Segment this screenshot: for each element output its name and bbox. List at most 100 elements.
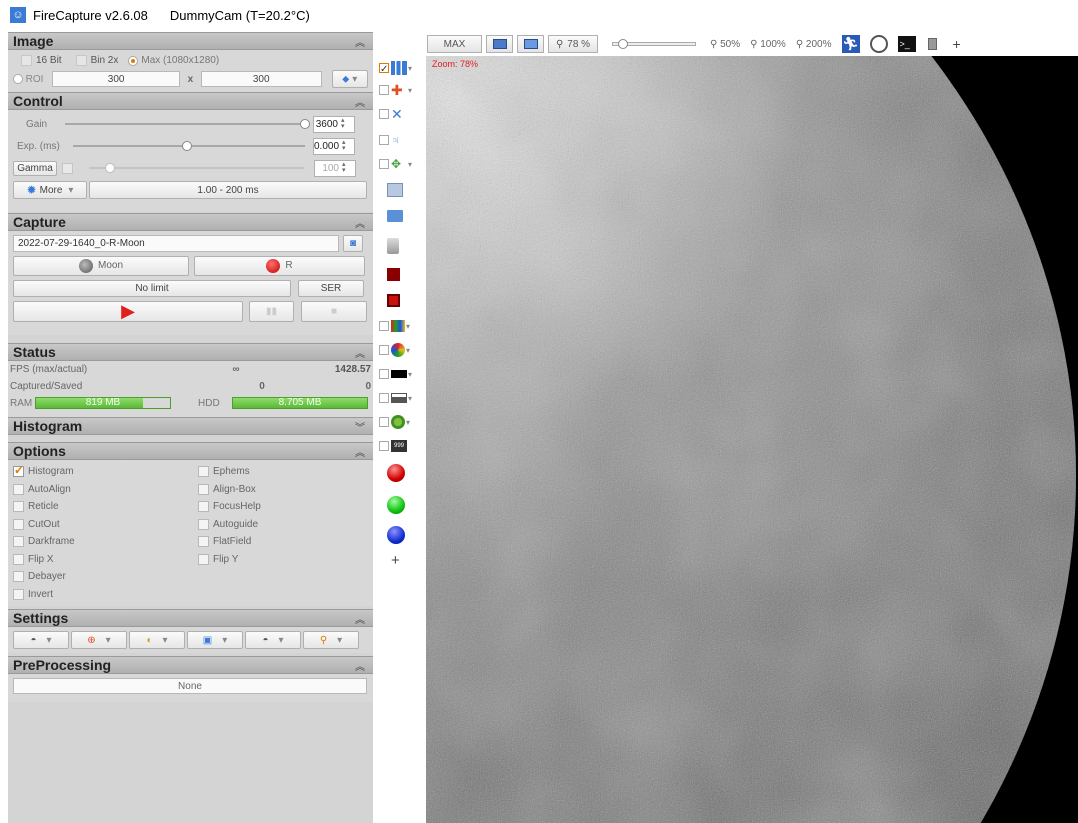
cutout-tool[interactable]: ✕ [379, 104, 423, 124]
invert-checkbox[interactable] [13, 588, 24, 600]
object-button[interactable]: Moon [13, 255, 189, 276]
target-tool-checkbox[interactable] [379, 417, 389, 427]
roi-dropdown-button[interactable]: ⬥ ▾ [331, 70, 368, 88]
bin2x-checkbox[interactable] [75, 55, 87, 66]
color-tool[interactable]: ▾ [379, 340, 423, 360]
stop-button[interactable]: ■ [301, 300, 367, 322]
reticle-checkbox[interactable] [13, 501, 24, 513]
chevron-down-icon[interactable]: ▾ [408, 86, 412, 95]
focus-tool-checkbox[interactable] [379, 135, 389, 145]
chevron-down-icon[interactable]: ▾ [408, 64, 412, 73]
exposure-range-button[interactable]: 1.00 - 200 ms [89, 181, 367, 199]
gamma-checkbox[interactable] [62, 162, 73, 174]
gamma-spinner[interactable]: 100 ▴ ▾ [314, 159, 356, 177]
cutout-checkbox[interactable] [13, 518, 24, 530]
ephems-checkbox[interactable] [198, 466, 209, 478]
autoguide-tool-checkbox[interactable] [379, 159, 389, 169]
collapse-icon[interactable]: ︽ [355, 34, 365, 49]
gamma-button[interactable]: Gamma [13, 160, 57, 176]
settings-section-header[interactable]: Settings ︽ [8, 609, 373, 627]
counter-tool[interactable]: 999 [379, 436, 423, 456]
chevron-down-icon[interactable]: ▾ [406, 418, 410, 427]
device-tool[interactable] [387, 180, 431, 200]
flatfield-checkbox[interactable] [198, 536, 209, 548]
option-ephems[interactable]: Ephems [198, 463, 358, 481]
filter-button[interactable]: R [194, 255, 365, 276]
flip-y-checkbox[interactable] [198, 553, 209, 565]
zoom-value-button[interactable]: ⚲ 78 % [548, 35, 598, 53]
black-tool-checkbox[interactable] [379, 369, 389, 379]
folder-tool[interactable] [387, 206, 431, 226]
gain-slider-knob[interactable] [300, 119, 310, 129]
format-button[interactable]: SER [298, 279, 364, 297]
collapse-icon[interactable]: ︽ [355, 215, 365, 230]
palette-tool-checkbox[interactable] [379, 321, 389, 331]
settings-focus-dropdown[interactable]: ⚲ ▾ [303, 631, 359, 649]
zoom-200-button[interactable]: ⚲ 200% [796, 39, 832, 50]
roi-height-field[interactable]: 300 [200, 71, 322, 87]
settings-device-dropdown[interactable]: ▣ ▾ [187, 631, 243, 649]
palette-tool[interactable]: ▾ [379, 316, 423, 336]
blue-channel-button[interactable] [387, 526, 405, 544]
autoalign-checkbox[interactable] [13, 483, 24, 495]
exposure-slider-knob[interactable] [182, 141, 192, 151]
histogram-tool-checkbox[interactable]: ✓ [379, 63, 389, 75]
trash-tool[interactable] [387, 236, 431, 256]
reticle-tool[interactable]: ✚ ▾ [379, 80, 423, 100]
gain-spinner[interactable]: 3600 ▴ ▾ [313, 115, 355, 133]
option-autoguide[interactable]: Autoguide [198, 516, 358, 534]
option-invert[interactable]: Invert [13, 586, 198, 604]
limit-button[interactable]: No limit [13, 279, 291, 297]
record-tool[interactable] [387, 264, 431, 284]
max-radio[interactable] [128, 55, 139, 66]
option-flip-y[interactable]: Flip Y [198, 551, 358, 569]
options-section-header[interactable]: Options ︽ [8, 442, 373, 460]
run-icon[interactable]: 🏃︎ [841, 35, 860, 53]
cutout-tool-checkbox[interactable] [379, 109, 389, 119]
chevron-down-icon[interactable]: ▾ [408, 370, 412, 379]
collapse-icon[interactable]: ︽ [355, 658, 365, 673]
zoom-slider[interactable] [612, 39, 696, 49]
option-cutout[interactable]: CutOut [13, 516, 198, 534]
more-button[interactable]: ✹ More ▾ [13, 181, 87, 199]
preprocessing-section-header[interactable]: PreProcessing ︽ [8, 656, 373, 674]
exposure-spinner[interactable]: 0.000 ▴ ▾ [313, 137, 355, 155]
zoom-100-button[interactable]: ⚲ 100% [750, 39, 786, 50]
image-viewport[interactable]: Zoom: 78% [426, 56, 1078, 823]
autoguide-tool[interactable]: ✥ ▾ [379, 154, 423, 174]
black-tool[interactable]: ▾ [379, 364, 423, 384]
gray-tool[interactable]: ▾ [379, 388, 423, 408]
add-toolbar-button[interactable]: + [953, 36, 961, 52]
camera-icon[interactable]: ◙ [343, 235, 363, 252]
device-icon[interactable] [927, 38, 937, 50]
pause-button[interactable]: ▮▮ [249, 300, 294, 322]
histogram-tool[interactable]: ✓ ▾ [379, 58, 423, 78]
settings-color-dropdown[interactable]: ◐ ▾ [129, 631, 185, 649]
gray-tool-checkbox[interactable] [379, 393, 389, 403]
settings-dome-dropdown[interactable]: ◓ ▾ [13, 631, 69, 649]
chevron-down-icon[interactable]: ▾ [406, 346, 410, 355]
autoguide-checkbox[interactable] [198, 518, 209, 530]
max-button[interactable]: MAX [427, 35, 482, 53]
option-darkframe[interactable]: Darkframe [13, 533, 198, 551]
option-histogram[interactable]: Histogram [13, 463, 198, 481]
align-box-checkbox[interactable] [198, 483, 209, 495]
start-capture-button[interactable]: ▶ [13, 300, 243, 322]
chevron-down-icon[interactable]: ▾ [408, 394, 412, 403]
green-channel-button[interactable] [387, 496, 405, 514]
option-reticle[interactable]: Reticle [13, 498, 198, 516]
filename-field[interactable]: 2022-07-29-1640_0-R-Moon [13, 235, 339, 252]
terminal-icon[interactable]: >_ [897, 36, 916, 52]
focus-tool[interactable]: ♃ [379, 130, 423, 150]
zoom-50-button[interactable]: ⚲ 50% [710, 39, 740, 50]
option-focushelp[interactable]: FocusHelp [198, 498, 358, 516]
exposure-slider[interactable] [73, 141, 305, 151]
collapse-icon[interactable]: ︽ [355, 444, 365, 459]
debayer-checkbox[interactable] [13, 571, 24, 583]
settings-mount-dropdown[interactable]: ◓ ▾ [245, 631, 301, 649]
gamma-slider[interactable] [89, 163, 304, 173]
roi-width-field[interactable]: 300 [52, 71, 180, 87]
reticle-tool-checkbox[interactable] [379, 85, 389, 95]
expand-icon[interactable]: ︾ [355, 419, 365, 434]
target-tool[interactable]: ▾ [379, 412, 423, 432]
